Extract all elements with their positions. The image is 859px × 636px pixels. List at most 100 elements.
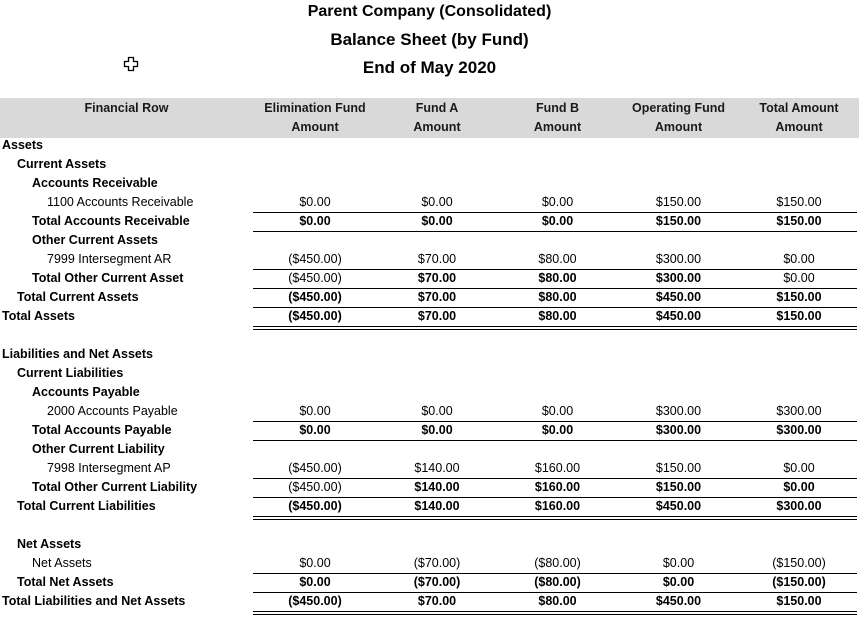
- amount-cell[interactable]: $80.00: [497, 252, 618, 266]
- amount-cell[interactable]: $300.00: [739, 423, 859, 437]
- amount-cell[interactable]: $0.00: [253, 214, 377, 228]
- amount-cell[interactable]: $80.00: [497, 309, 618, 323]
- amount-cell[interactable]: $80.00: [497, 271, 618, 285]
- amount-cell[interactable]: ($70.00): [377, 575, 497, 589]
- table-row: Total Current Liabilities ($450.00) $140.0…: [0, 498, 859, 517]
- row-label: Other Current Assets: [32, 233, 158, 247]
- amount-cell[interactable]: ($450.00): [253, 480, 377, 494]
- amount-cell[interactable]: $0.00: [497, 214, 618, 228]
- table-row: Total Net Assets $0.00 ($70.00) ($80.00) $0.…: [0, 574, 859, 593]
- amount-cell[interactable]: $0.00: [377, 404, 497, 418]
- amount-cell[interactable]: $0.00: [253, 195, 377, 209]
- column-header-fund-a[interactable]: Fund A Amount: [377, 98, 497, 139]
- amount-cell[interactable]: ($450.00): [253, 461, 377, 475]
- amount-cell[interactable]: $450.00: [618, 499, 739, 513]
- amount-cell[interactable]: $140.00: [377, 461, 497, 475]
- row-label: Total Liabilities and Net Assets: [2, 594, 186, 608]
- table-row: 1100 Accounts Receivable $0.00 $0.00 $0.00 $…: [0, 194, 859, 213]
- column-header-fund-b[interactable]: Fund B Amount: [497, 98, 618, 139]
- section-header-row: Liabilities and Net Assets: [0, 346, 859, 365]
- section-header-row: Current Liabilities: [0, 365, 859, 384]
- amount-cell[interactable]: $0.00: [739, 252, 859, 266]
- section-header-row: Accounts Payable: [0, 384, 859, 403]
- row-label: Other Current Liability: [32, 442, 165, 456]
- amount-cell[interactable]: $150.00: [618, 480, 739, 494]
- amount-cell[interactable]: $0.00: [497, 423, 618, 437]
- row-label: 2000 Accounts Payable: [47, 404, 178, 418]
- row-label: Total Accounts Payable: [32, 423, 172, 437]
- amount-cell[interactable]: $70.00: [377, 309, 497, 323]
- amount-cell[interactable]: $450.00: [618, 290, 739, 304]
- company-name: Parent Company (Consolidated): [307, 3, 552, 20]
- amount-cell[interactable]: $0.00: [253, 556, 377, 570]
- amount-cell[interactable]: $0.00: [618, 556, 739, 570]
- amount-cell[interactable]: ($450.00): [253, 309, 377, 323]
- spacer-row: [0, 327, 859, 346]
- amount-cell[interactable]: ($70.00): [377, 556, 497, 570]
- amount-cell[interactable]: $70.00: [377, 252, 497, 266]
- row-label: Accounts Payable: [32, 385, 140, 399]
- amount-cell[interactable]: $0.00: [253, 575, 377, 589]
- amount-cell[interactable]: $70.00: [377, 271, 497, 285]
- amount-cell[interactable]: ($80.00): [497, 556, 618, 570]
- section-header-row: Assets: [0, 137, 859, 156]
- amount-cell[interactable]: $450.00: [618, 309, 739, 323]
- amount-cell[interactable]: $300.00: [618, 404, 739, 418]
- amount-cell[interactable]: $0.00: [377, 195, 497, 209]
- column-header-elimination-fund[interactable]: Elimination Fund Amount: [253, 98, 377, 139]
- amount-cell[interactable]: $80.00: [497, 290, 618, 304]
- amount-cell[interactable]: $0.00: [618, 575, 739, 589]
- amount-cell[interactable]: ($150.00): [739, 575, 859, 589]
- amount-cell[interactable]: $0.00: [253, 423, 377, 437]
- amount-cell[interactable]: ($450.00): [253, 499, 377, 513]
- amount-cell[interactable]: $0.00: [377, 214, 497, 228]
- amount-cell[interactable]: $300.00: [739, 499, 859, 513]
- amount-cell[interactable]: $300.00: [618, 252, 739, 266]
- table-row: Total Other Current Liability ($450.00) $1…: [0, 479, 859, 498]
- amount-cell[interactable]: $0.00: [739, 480, 859, 494]
- amount-cell[interactable]: $150.00: [739, 594, 859, 608]
- amount-cell[interactable]: ($450.00): [253, 252, 377, 266]
- amount-cell[interactable]: $160.00: [497, 461, 618, 475]
- section-header-row: Accounts Receivable: [0, 175, 859, 194]
- amount-cell[interactable]: $0.00: [739, 461, 859, 475]
- section-header-row: Current Assets: [0, 156, 859, 175]
- table-row: Net Assets $0.00 ($70.00) ($80.00) $0.00 ($15…: [0, 555, 859, 574]
- amount-cell[interactable]: $0.00: [739, 271, 859, 285]
- amount-cell[interactable]: $0.00: [377, 423, 497, 437]
- amount-cell[interactable]: $300.00: [739, 404, 859, 418]
- table-row: Total Assets ($450.00) $70.00 $80.00 $450.00…: [0, 308, 859, 327]
- amount-cell[interactable]: $150.00: [618, 214, 739, 228]
- amount-cell[interactable]: $150.00: [739, 214, 859, 228]
- amount-cell[interactable]: $150.00: [618, 461, 739, 475]
- amount-cell[interactable]: $150.00: [739, 195, 859, 209]
- amount-cell[interactable]: ($450.00): [253, 290, 377, 304]
- amount-cell[interactable]: $70.00: [377, 594, 497, 608]
- amount-cell[interactable]: $300.00: [618, 271, 739, 285]
- amount-cell[interactable]: $80.00: [497, 594, 618, 608]
- amount-cell[interactable]: $450.00: [618, 594, 739, 608]
- amount-cell[interactable]: ($150.00): [739, 556, 859, 570]
- row-label: Total Accounts Receivable: [32, 214, 190, 228]
- table-row: 7998 Intersegment AP ($450.00) $140.00 $160…: [0, 460, 859, 479]
- section-header-row: Other Current Assets: [0, 232, 859, 251]
- column-header-total-amount[interactable]: Total Amount Amount: [739, 98, 859, 139]
- amount-cell[interactable]: $70.00: [377, 290, 497, 304]
- amount-cell[interactable]: ($450.00): [253, 271, 377, 285]
- amount-cell[interactable]: $150.00: [739, 309, 859, 323]
- amount-cell[interactable]: $0.00: [497, 195, 618, 209]
- amount-cell[interactable]: $160.00: [497, 499, 618, 513]
- amount-cell[interactable]: $140.00: [377, 480, 497, 494]
- amount-cell[interactable]: $150.00: [739, 290, 859, 304]
- amount-cell[interactable]: $0.00: [497, 404, 618, 418]
- column-header-financial-row[interactable]: Financial Row: [0, 98, 253, 139]
- amount-cell[interactable]: $150.00: [618, 195, 739, 209]
- amount-cell[interactable]: $140.00: [377, 499, 497, 513]
- column-header-operating-fund[interactable]: Operating Fund Amount: [618, 98, 739, 139]
- amount-cell[interactable]: $0.00: [253, 404, 377, 418]
- amount-cell[interactable]: $300.00: [618, 423, 739, 437]
- amount-cell[interactable]: ($80.00): [497, 575, 618, 589]
- section-header-row: Net Assets: [0, 536, 859, 555]
- amount-cell[interactable]: ($450.00): [253, 594, 377, 608]
- amount-cell[interactable]: $160.00: [497, 480, 618, 494]
